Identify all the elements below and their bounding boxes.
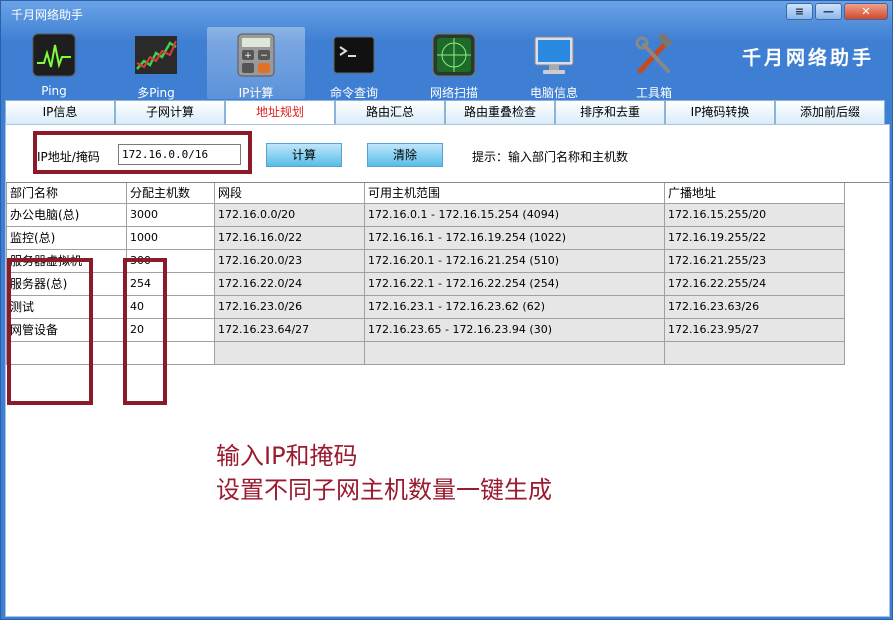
host-range-cell: 172.16.0.1 - 172.16.15.254 (4094) bbox=[364, 202, 665, 227]
window-title: 千月网络助手 bbox=[11, 8, 84, 22]
network-cell: 172.16.22.0/24 bbox=[214, 271, 365, 296]
broadcast-cell: 172.16.22.255/24 bbox=[664, 271, 845, 296]
tab-route-summary[interactable]: 路由汇总 bbox=[335, 100, 445, 124]
toolbar-label: 网络扫描 bbox=[429, 86, 478, 100]
network-cell bbox=[214, 340, 365, 365]
dept-cell[interactable]: 监控(总) bbox=[6, 225, 127, 250]
host-range-cell: 172.16.22.1 - 172.16.22.254 (254) bbox=[364, 271, 665, 296]
broadcast-cell: 172.16.15.255/20 bbox=[664, 202, 845, 227]
brand-title: 千月网络助手 bbox=[741, 47, 874, 69]
network-cell: 172.16.0.0/20 bbox=[214, 202, 365, 227]
tab-add-prefix-suffix[interactable]: 添加前后缀 bbox=[775, 100, 885, 124]
broadcast-cell: 172.16.21.255/23 bbox=[664, 248, 845, 273]
toolbar-label: 命令查询 bbox=[329, 86, 378, 100]
ip-mask-label: IP地址/掩码 bbox=[37, 150, 100, 164]
tab-subnet-calc[interactable]: 子网计算 bbox=[115, 100, 225, 124]
app-window: 千月网络助手 ≡ — ✕ Ping 多Ping + − IP计算 命令查询 网络… bbox=[0, 0, 893, 620]
ip-mask-input[interactable] bbox=[118, 144, 241, 165]
network-cell: 172.16.16.0/22 bbox=[214, 225, 365, 250]
toolbar-computer-info[interactable]: 电脑信息 bbox=[505, 27, 603, 100]
header-dept: 部门名称 bbox=[6, 183, 127, 204]
computer-monitor-icon bbox=[534, 36, 574, 74]
broadcast-cell: 172.16.23.95/27 bbox=[664, 317, 845, 342]
svg-text:−: − bbox=[260, 51, 268, 61]
svg-text:+: + bbox=[244, 51, 252, 61]
host-range-cell bbox=[364, 340, 665, 365]
header-host-range: 可用主机范围 bbox=[364, 183, 665, 204]
tools-icon bbox=[635, 33, 672, 74]
toolbar-multi-ping[interactable]: 多Ping bbox=[107, 27, 205, 100]
tab-route-overlap[interactable]: 路由重叠检查 bbox=[445, 100, 555, 124]
header-hosts: 分配主机数 bbox=[126, 183, 215, 204]
planning-grid: 部门名称 分配主机数 网段 可用主机范围 广播地址 办公电脑(总) 3000 1… bbox=[6, 182, 889, 616]
toolbar-label: Ping bbox=[41, 84, 67, 98]
ping-monitor-icon bbox=[32, 33, 76, 77]
toolbar-toolbox[interactable]: 工具箱 bbox=[605, 27, 703, 100]
hosts-column-highlight bbox=[123, 258, 167, 405]
annotation-line-2: 设置不同子网主机数量一键生成 bbox=[216, 476, 552, 504]
broadcast-cell bbox=[664, 340, 845, 365]
hint-text: 提示：输入部门名称和主机数 bbox=[472, 150, 629, 164]
minimize-button[interactable]: — bbox=[815, 3, 842, 20]
broadcast-cell: 172.16.23.63/26 bbox=[664, 294, 845, 319]
close-button[interactable]: ✕ bbox=[844, 3, 888, 20]
toolbar-ip-calc[interactable]: + − IP计算 bbox=[207, 27, 305, 100]
stock-chart-icon bbox=[135, 36, 177, 74]
header-network: 网段 bbox=[214, 183, 365, 204]
dept-column-highlight bbox=[7, 258, 93, 405]
toolbar-network-scan[interactable]: 网络扫描 bbox=[405, 27, 503, 100]
dept-cell[interactable]: 办公电脑(总) bbox=[6, 202, 127, 227]
host-range-cell: 172.16.23.1 - 172.16.23.62 (62) bbox=[364, 294, 665, 319]
table-row: 办公电脑(总) 3000 172.16.0.0/20 172.16.0.1 - … bbox=[6, 202, 845, 227]
annotation-line-1: 输入IP和掩码 bbox=[216, 442, 358, 470]
function-tabs: IP信息 子网计算 地址规划 路由汇总 路由重叠检查 排序和去重 IP掩码转换 … bbox=[5, 100, 885, 124]
menu-button[interactable]: ≡ bbox=[786, 3, 813, 20]
toolbar-command-query[interactable]: 命令查询 bbox=[305, 27, 403, 100]
network-cell: 172.16.20.0/23 bbox=[214, 248, 365, 273]
toolbar-label: IP计算 bbox=[238, 86, 274, 100]
calculate-button[interactable]: 计算 bbox=[266, 143, 342, 167]
table-header: 部门名称 分配主机数 网段 可用主机范围 广播地址 bbox=[6, 183, 845, 204]
toolbar-label: 电脑信息 bbox=[529, 86, 578, 100]
main-toolbar: Ping 多Ping + − IP计算 命令查询 网络扫描 电脑信息 工具箱 千… bbox=[1, 27, 892, 100]
address-planning-panel: IP地址/掩码 计算 清除 提示：输入部门名称和主机数 部门名称 分配主机数 网… bbox=[5, 124, 890, 617]
header-broadcast: 广播地址 bbox=[664, 183, 845, 204]
clear-button[interactable]: 清除 bbox=[367, 143, 443, 167]
title-bar: 千月网络助手 ≡ — ✕ bbox=[1, 1, 892, 27]
table-row: 监控(总) 1000 172.16.16.0/22 172.16.16.1 - … bbox=[6, 225, 845, 250]
tab-ip-info[interactable]: IP信息 bbox=[5, 100, 115, 124]
toolbar-label: 多Ping bbox=[137, 86, 175, 100]
tab-sort-dedupe[interactable]: 排序和去重 bbox=[555, 100, 665, 124]
toolbar-label: 工具箱 bbox=[635, 86, 672, 100]
terminal-icon bbox=[333, 36, 375, 74]
radar-icon bbox=[432, 33, 476, 77]
toolbar-ping[interactable]: Ping bbox=[5, 27, 103, 99]
host-range-cell: 172.16.20.1 - 172.16.21.254 (510) bbox=[364, 248, 665, 273]
broadcast-cell: 172.16.19.255/22 bbox=[664, 225, 845, 250]
tab-mask-convert[interactable]: IP掩码转换 bbox=[665, 100, 775, 124]
tab-address-planning[interactable]: 地址规划 bbox=[225, 100, 335, 124]
hosts-cell[interactable]: 1000 bbox=[126, 225, 215, 250]
calculator-icon: + − bbox=[237, 33, 275, 77]
network-cell: 172.16.23.64/27 bbox=[214, 317, 365, 342]
network-cell: 172.16.23.0/26 bbox=[214, 294, 365, 319]
host-range-cell: 172.16.23.65 - 172.16.23.94 (30) bbox=[364, 317, 665, 342]
window-controls: ≡ — ✕ bbox=[786, 3, 888, 20]
host-range-cell: 172.16.16.1 - 172.16.19.254 (1022) bbox=[364, 225, 665, 250]
hosts-cell[interactable]: 3000 bbox=[126, 202, 215, 227]
